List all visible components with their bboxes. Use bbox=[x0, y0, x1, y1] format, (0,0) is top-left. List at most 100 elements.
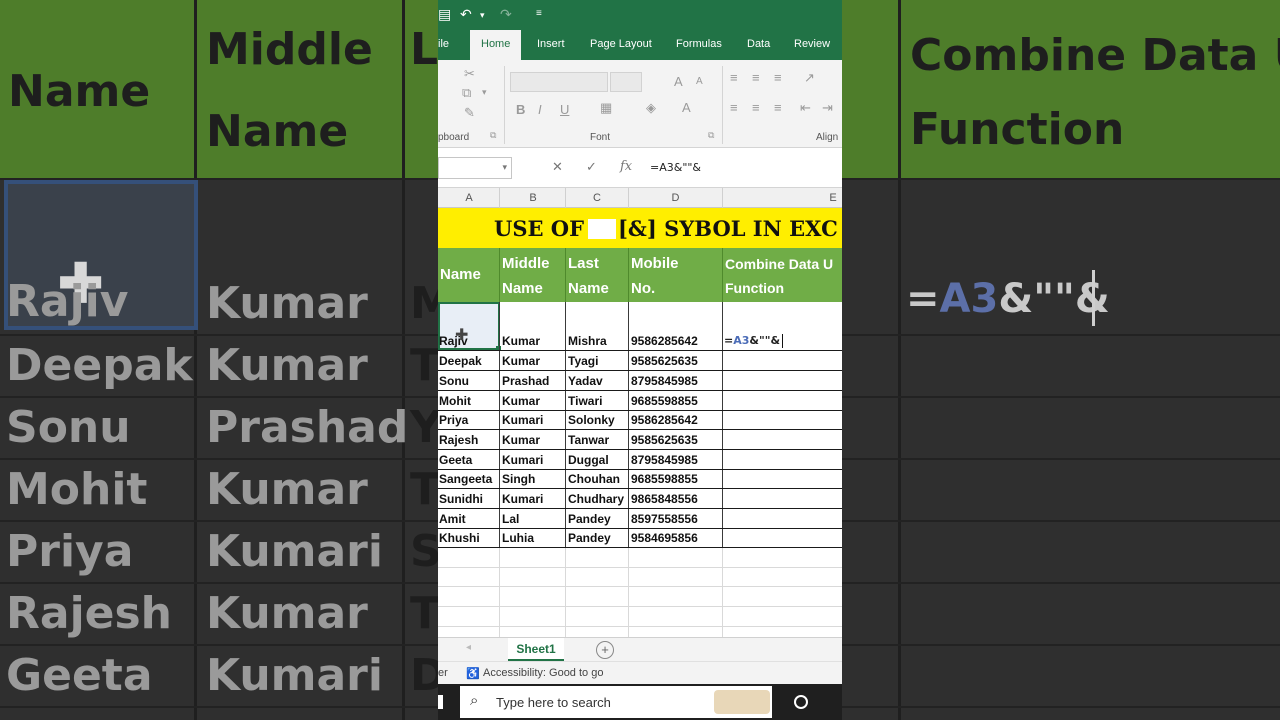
tab-data[interactable]: Data bbox=[747, 38, 770, 50]
cell-middle-name[interactable]: Kumar bbox=[501, 391, 565, 411]
name-box-dropdown-icon[interactable]: ▾ bbox=[502, 162, 507, 173]
font-name-select[interactable] bbox=[510, 72, 608, 92]
tab-home[interactable]: Home bbox=[470, 30, 522, 60]
accessibility-status[interactable]: Accessibility: Good to go bbox=[483, 667, 603, 679]
align-right-icon[interactable]: ≡ bbox=[774, 100, 782, 115]
cell-middle-name[interactable]: Kumar bbox=[501, 430, 565, 450]
accessibility-icon[interactable]: ♿ bbox=[466, 667, 480, 680]
cell-middle-name[interactable]: Kumar bbox=[501, 331, 565, 351]
cell-last-name[interactable]: Chudhary bbox=[567, 489, 628, 509]
cell-middle-name[interactable]: Prashad bbox=[501, 371, 565, 391]
header-cell-combine[interactable]: Combine Data U Function bbox=[723, 248, 842, 302]
tab-formulas[interactable]: Formulas bbox=[676, 38, 722, 50]
cell-last-name[interactable]: Tanwar bbox=[567, 430, 628, 450]
cell-mobile[interactable]: 9685598855 bbox=[630, 469, 722, 489]
cell-mobile[interactable]: 9586285642 bbox=[630, 410, 722, 430]
cell-first-name[interactable]: Rajiv bbox=[438, 331, 499, 351]
cell-last-name[interactable]: Yadav bbox=[567, 371, 628, 391]
font-launcher-icon[interactable]: ⧉ bbox=[708, 130, 714, 141]
fill-color-icon[interactable]: ◈ bbox=[646, 100, 656, 116]
insert-function-icon[interactable]: fx bbox=[620, 159, 632, 174]
orientation-icon[interactable]: ↗ bbox=[804, 70, 815, 86]
align-bottom-icon[interactable]: ≡ bbox=[774, 70, 782, 85]
cell-last-name[interactable]: Chouhan bbox=[567, 469, 628, 489]
cell-first-name[interactable]: Mohit bbox=[438, 391, 499, 411]
cell-first-name[interactable]: Sonu bbox=[438, 371, 499, 391]
align-middle-icon[interactable]: ≡ bbox=[752, 70, 760, 85]
clipboard-launcher-icon[interactable]: ⧉ bbox=[490, 130, 496, 141]
cell-first-name[interactable]: Sangeeta bbox=[438, 469, 499, 489]
cell-e3-editing[interactable]: =A3&""& bbox=[724, 334, 780, 347]
tab-review[interactable]: Review bbox=[794, 38, 830, 50]
font-color-icon[interactable]: A bbox=[682, 100, 691, 115]
cell-middle-name[interactable]: Kumari bbox=[501, 450, 565, 470]
tab-page-layout[interactable]: Page Layout bbox=[590, 38, 652, 50]
align-top-icon[interactable]: ≡ bbox=[730, 70, 738, 85]
column-header-d[interactable]: D bbox=[629, 192, 722, 204]
cell-mobile[interactable]: 8597558556 bbox=[630, 509, 722, 529]
cell-middle-name[interactable]: Lal bbox=[501, 509, 565, 529]
bold-icon[interactable]: B bbox=[516, 102, 525, 117]
cell-first-name[interactable]: Priya bbox=[438, 410, 499, 430]
cell-last-name[interactable]: Duggal bbox=[567, 450, 628, 470]
start-icon[interactable] bbox=[438, 695, 443, 709]
column-header-a[interactable]: A bbox=[438, 192, 500, 204]
cell-first-name[interactable]: Geeta bbox=[438, 450, 499, 470]
align-center-icon[interactable]: ≡ bbox=[752, 100, 760, 115]
cell-middle-name[interactable]: Kumari bbox=[501, 489, 565, 509]
formula-input[interactable]: =A3&""& bbox=[650, 161, 701, 174]
cell-middle-name[interactable]: Singh bbox=[501, 469, 565, 489]
cell-middle-name[interactable]: Kumar bbox=[501, 351, 565, 371]
cell-last-name[interactable]: Pandey bbox=[567, 509, 628, 529]
column-header-c[interactable]: C bbox=[566, 192, 628, 204]
align-left-icon[interactable]: ≡ bbox=[730, 100, 738, 115]
header-cell-name[interactable]: Name bbox=[438, 248, 500, 302]
confirm-entry-icon[interactable]: ✓ bbox=[586, 159, 597, 175]
cell-last-name[interactable]: Solonky bbox=[567, 410, 628, 430]
font-size-select[interactable] bbox=[610, 72, 642, 92]
cell-first-name[interactable]: Amit bbox=[438, 509, 499, 529]
decrease-indent-icon[interactable]: ⇤ bbox=[800, 100, 811, 116]
sheet-tab-sheet1[interactable]: Sheet1 bbox=[508, 638, 564, 662]
cell-first-name[interactable]: Khushi bbox=[438, 528, 499, 548]
cell-mobile[interactable]: 9584695856 bbox=[630, 528, 722, 548]
customize-toolbar-icon[interactable]: ≡ bbox=[536, 8, 542, 19]
cell-middle-name[interactable]: Kumari bbox=[501, 410, 565, 430]
cell-mobile[interactable]: 9585625635 bbox=[630, 430, 722, 450]
cell-mobile[interactable]: 9685598855 bbox=[630, 391, 722, 411]
name-box[interactable]: ▾ bbox=[438, 157, 512, 179]
cancel-entry-icon[interactable]: ✕ bbox=[552, 159, 563, 175]
decrease-font-icon[interactable]: A bbox=[696, 76, 703, 87]
undo-icon[interactable]: ↶ bbox=[460, 6, 472, 23]
cell-first-name[interactable]: Deepak bbox=[438, 351, 499, 371]
copy-dropdown-icon[interactable]: ▾ bbox=[482, 87, 487, 98]
underline-icon[interactable]: U bbox=[560, 102, 569, 117]
borders-icon[interactable]: ▦ bbox=[600, 100, 612, 116]
italic-icon[interactable]: I bbox=[538, 102, 542, 117]
add-sheet-button[interactable]: + bbox=[596, 641, 614, 659]
cell-last-name[interactable]: Mishra bbox=[567, 331, 628, 351]
cell-mobile[interactable]: 8795845985 bbox=[630, 371, 722, 391]
cell-last-name[interactable]: Tiwari bbox=[567, 391, 628, 411]
cell-mobile[interactable]: 9585625635 bbox=[630, 351, 722, 371]
task-view-icon[interactable] bbox=[794, 695, 808, 709]
cell-middle-name[interactable]: Luhia bbox=[501, 528, 565, 548]
increase-font-icon[interactable]: A bbox=[674, 74, 683, 89]
format-painter-icon[interactable]: ✎ bbox=[464, 105, 475, 121]
scroll-left-icon[interactable]: ◂ bbox=[466, 642, 471, 653]
undo-dropdown-icon[interactable]: ▾ bbox=[480, 10, 485, 21]
cell-mobile[interactable]: 9586285642 bbox=[630, 331, 722, 351]
tab-file[interactable]: ile bbox=[438, 38, 449, 50]
column-header-e[interactable]: E bbox=[818, 192, 842, 204]
cut-icon[interactable]: ✂ bbox=[464, 66, 475, 82]
cell-mobile[interactable]: 9865848556 bbox=[630, 489, 722, 509]
save-icon[interactable]: ▤ bbox=[438, 6, 451, 23]
cell-first-name[interactable]: Sunidhi bbox=[438, 489, 499, 509]
header-cell-middle-name[interactable]: Middle Name bbox=[500, 248, 566, 302]
cell-mobile[interactable]: 8795845985 bbox=[630, 450, 722, 470]
column-header-b[interactable]: B bbox=[500, 192, 566, 204]
cell-last-name[interactable]: Pandey bbox=[567, 528, 628, 548]
increase-indent-icon[interactable]: ⇥ bbox=[822, 100, 833, 116]
cell-first-name[interactable]: Rajesh bbox=[438, 430, 499, 450]
header-cell-last-name[interactable]: Last Name bbox=[566, 248, 629, 302]
